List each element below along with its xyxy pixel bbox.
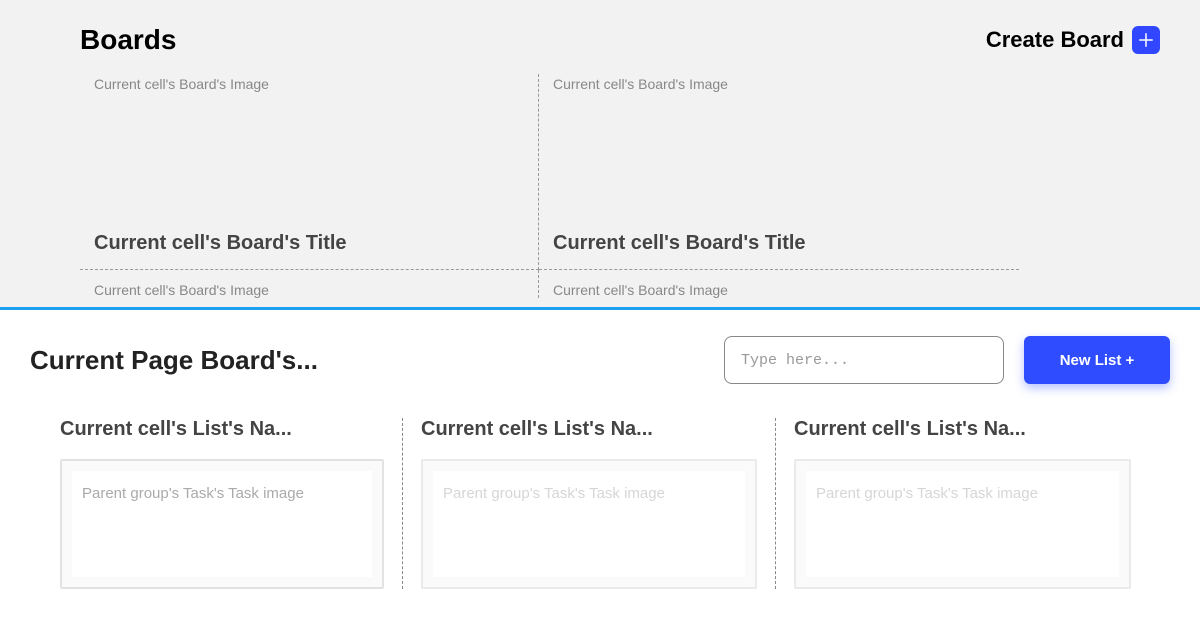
list-column: Current cell's List's Na... Parent group… xyxy=(776,418,1149,589)
page-title: Current Page Board's... xyxy=(30,345,318,376)
board-image-placeholder: Current cell's Board's Image xyxy=(553,282,1005,298)
task-card[interactable]: Parent group's Task's Task image xyxy=(421,459,757,589)
boards-grid-row2: Current cell's Board's Image Current cel… xyxy=(80,270,1160,298)
task-inner: Parent group's Task's Task image xyxy=(806,471,1119,577)
list-name: Current cell's List's Na... xyxy=(794,418,1131,441)
board-title: Current cell's Board's Title xyxy=(553,232,1005,255)
board-title: Current cell's Board's Title xyxy=(94,232,524,255)
new-list-button[interactable]: New List + xyxy=(1024,336,1170,384)
task-image-placeholder: Parent group's Task's Task image xyxy=(82,485,362,504)
board-cell[interactable]: Current cell's Board's Image xyxy=(539,270,1019,298)
list-column: Current cell's List's Na... Parent group… xyxy=(403,418,776,589)
board-cell[interactable]: Current cell's Board's Image Current cel… xyxy=(539,74,1019,270)
task-card[interactable]: Parent group's Task's Task image xyxy=(794,459,1131,589)
board-detail-panel: Current Page Board's... New List + Curre… xyxy=(0,310,1200,628)
board-image-placeholder: Current cell's Board's Image xyxy=(553,76,1005,92)
board-cell[interactable]: Current cell's Board's Image xyxy=(80,270,539,298)
task-inner: Parent group's Task's Task image xyxy=(72,471,372,577)
lists-row: Current cell's List's Na... Parent group… xyxy=(30,418,1170,589)
list-name: Current cell's List's Na... xyxy=(421,418,757,441)
board-image-placeholder: Current cell's Board's Image xyxy=(94,282,524,298)
list-column: Current cell's List's Na... Parent group… xyxy=(30,418,403,589)
boards-panel: Boards Create Board Current cell's Board… xyxy=(0,0,1200,307)
board-image-placeholder: Current cell's Board's Image xyxy=(94,76,524,92)
task-image-placeholder: Parent group's Task's Task image xyxy=(816,485,1109,504)
header-controls: New List + xyxy=(724,336,1170,384)
boards-title: Boards xyxy=(80,24,176,56)
list-name: Current cell's List's Na... xyxy=(60,418,384,441)
boards-grid: Current cell's Board's Image Current cel… xyxy=(80,74,1160,270)
plus-icon xyxy=(1132,26,1160,54)
board-cell[interactable]: Current cell's Board's Image Current cel… xyxy=(80,74,539,270)
task-card[interactable]: Parent group's Task's Task image xyxy=(60,459,384,589)
task-inner: Parent group's Task's Task image xyxy=(433,471,745,577)
task-image-placeholder: Parent group's Task's Task image xyxy=(443,485,735,504)
create-board-label: Create Board xyxy=(986,27,1124,53)
boards-header: Boards Create Board xyxy=(80,24,1160,56)
board-detail-header: Current Page Board's... New List + xyxy=(30,336,1170,384)
create-board-button[interactable]: Create Board xyxy=(986,26,1160,54)
search-input[interactable] xyxy=(724,336,1004,384)
